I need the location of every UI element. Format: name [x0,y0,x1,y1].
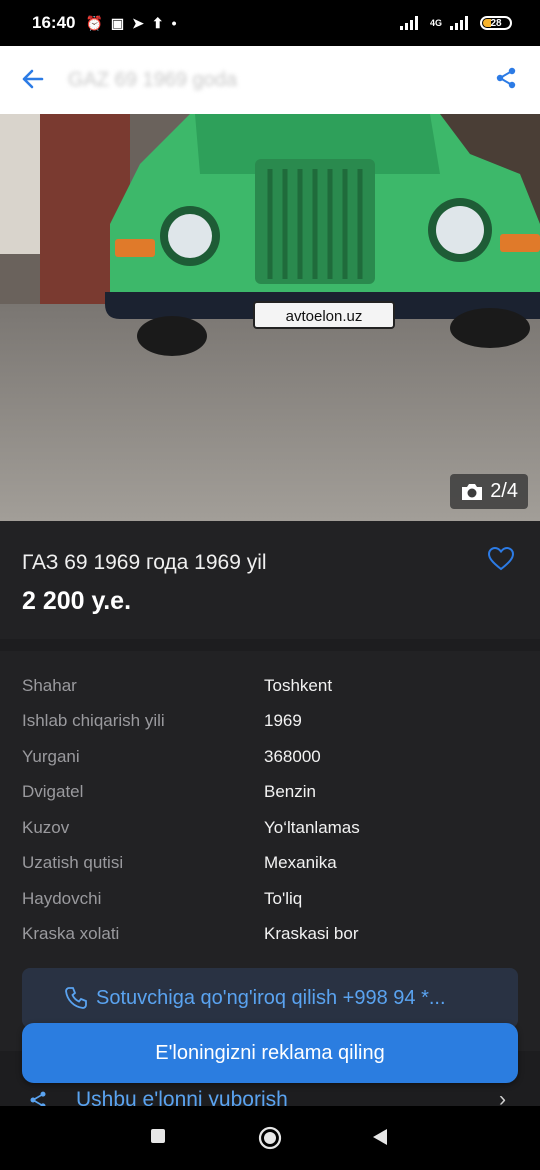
share-listing-row[interactable]: Ushbu e'lonni yuborish › [0,1082,540,1106]
spec-key: Dvigatel [22,782,84,801]
status-bar: 16:40 ⏰ ▣ ➤ ⬆ • 4G 28 [0,0,540,46]
spec-row: Yurgani 368000 [22,747,522,771]
battery-saver-icon: ▣ [110,14,125,31]
call-seller-button[interactable]: Sotuvchiga qo'ng'iroq qilish +998 94 *..… [22,968,518,1028]
spec-key: Ishlab chiqarish yili [22,711,165,730]
battery-icon: 28 [480,16,512,30]
listing-price: 2 200 у.е. [22,587,132,615]
spec-key: Kuzov [22,818,70,837]
spec-value: To'liq [264,889,303,908]
signal-icon [399,16,418,30]
spec-key: Uzatish qutisi [22,853,124,872]
spec-row: Ishlab chiqarish yili 1969 [22,711,522,735]
phone-icon [65,987,87,1009]
spec-row: Kraska xolati Kraskasi bor [22,924,522,948]
spec-value: 1969 [264,711,302,730]
photo-counter-text: 2/4 [490,480,518,502]
back-arrow-icon[interactable] [22,64,44,96]
spec-value: Toshkent [264,676,333,695]
promote-listing-button[interactable]: E'loningizni reklama qiling [22,1023,518,1083]
spec-value: 368000 [264,747,321,766]
camera-icon [462,483,483,500]
spec-key: Shahar [22,676,77,695]
spec-row: Dvigatel Benzin [22,782,522,806]
listing-photo[interactable]: avtoelon.uz 2/4 [0,114,540,521]
spec-key: Haydovchi [22,889,102,908]
listing-header: ГАЗ 69 1969 года 1969 yil 2 200 у.е. [0,521,540,639]
signal-icon-2 [450,16,468,30]
chevron-right-icon: › [499,1088,506,1106]
recents-square-icon[interactable] [150,1128,166,1149]
status-time: 16:40 [32,13,76,32]
upload-icon: ⬆ [151,14,164,31]
app-bar: GAZ 69 1969 goda [0,46,540,114]
spec-row: Kuzov Yo‘ltanlamas [22,818,522,842]
telegram-icon: ➤ [132,14,144,31]
spec-value: Kraskasi bor [264,924,359,943]
spec-row: Uzatish qutisi Mexanika [22,853,522,877]
plate-text: avtoelon.uz [286,308,363,325]
listing-title: ГАЗ 69 1969 года 1969 yil [22,551,267,574]
network-type-label: 4G [429,18,442,28]
spec-row: Haydovchi To'liq [22,889,522,913]
spec-value: Benzin [264,782,316,801]
dot-icon: • [171,15,177,31]
spec-key: Yurgani [22,747,80,766]
alarm-icon: ⏰ [85,14,103,31]
share-listing-label: Ushbu e'lonni yuborish [76,1088,288,1106]
share-small-icon [30,1091,46,1106]
car-illustration: avtoelon.uz [0,114,540,521]
share-icon[interactable] [494,66,518,95]
photo-counter: 2/4 [450,474,528,509]
app-bar-title: GAZ 69 1969 goda [68,68,238,91]
home-circle-icon[interactable] [258,1126,282,1155]
call-seller-label: Sotuvchiga qo'ng'iroq qilish +998 94 *..… [96,986,446,1009]
spec-row: Shahar Toshkent [22,676,522,700]
favorite-heart-icon[interactable] [487,546,515,576]
spec-key: Kraska xolati [22,924,120,943]
spec-value: Mexanika [264,853,337,872]
notification-icons: ⏰ ▣ ➤ ⬆ • [85,15,176,32]
system-nav-bar [0,1106,540,1170]
back-triangle-icon[interactable] [372,1128,388,1151]
battery-level: 28 [490,17,502,29]
spec-value: Yo‘ltanlamas [264,818,360,837]
